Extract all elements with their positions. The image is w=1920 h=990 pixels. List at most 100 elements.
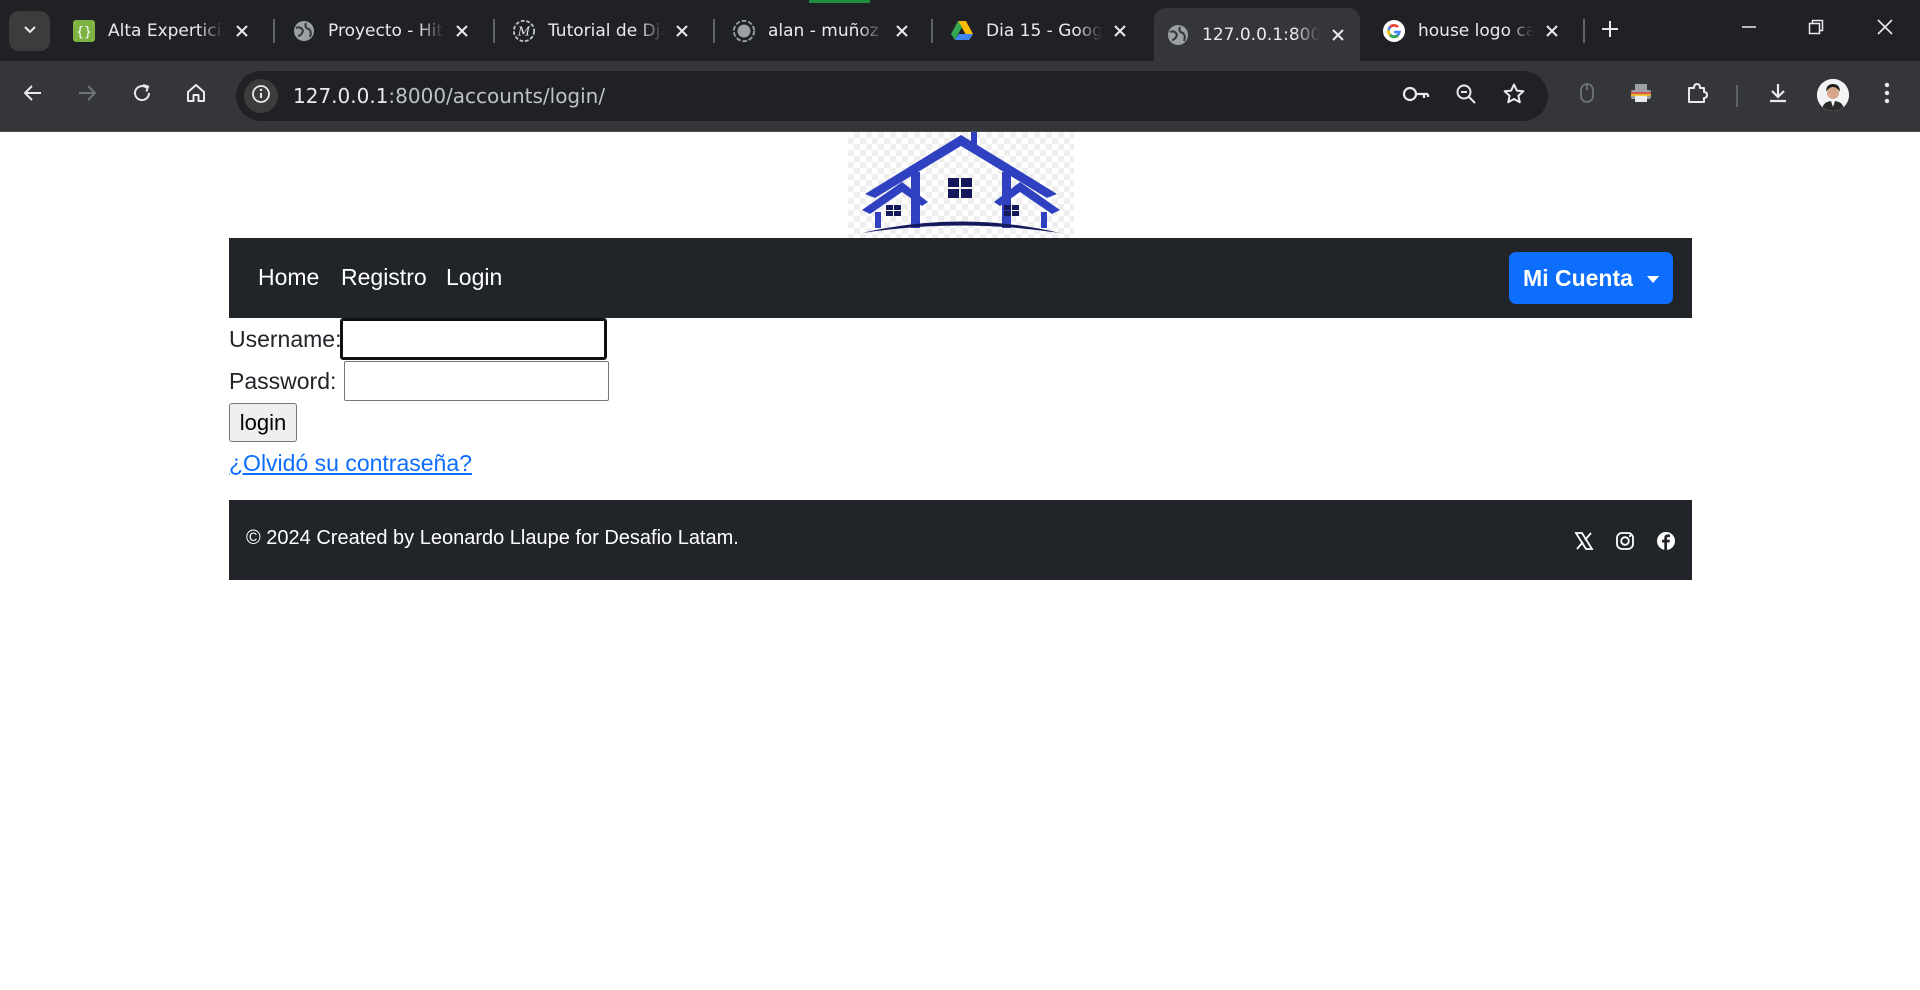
svg-text:{}: {}	[76, 25, 92, 40]
minimize-button[interactable]	[1720, 6, 1778, 52]
password-label: Password:	[229, 367, 337, 394]
facebook-icon[interactable]	[1655, 530, 1677, 552]
tab-separator	[273, 19, 275, 43]
google-g-icon	[1382, 19, 1406, 43]
url-text: 127.0.0.1:8000/accounts/login/	[293, 84, 605, 108]
google-drive-icon	[950, 19, 974, 43]
home-button[interactable]	[176, 75, 216, 115]
chrome-menu-button[interactable]	[1867, 75, 1907, 115]
nav-login-link[interactable]: Login	[446, 264, 502, 291]
new-tab-button[interactable]	[1596, 17, 1624, 45]
kebab-menu-icon	[1884, 82, 1890, 108]
close-icon[interactable]	[668, 17, 696, 45]
site-navbar: Home Registro Login Mi Cuenta	[229, 238, 1692, 318]
close-icon[interactable]	[1538, 17, 1566, 45]
key-icon	[1402, 84, 1430, 108]
password-row: Password:	[229, 361, 610, 401]
username-row: Username:	[229, 318, 608, 360]
forgot-password-link[interactable]: ¿Olvidó su contraseña?	[229, 450, 472, 477]
close-icon[interactable]	[228, 17, 256, 45]
star-icon	[1502, 82, 1526, 110]
caret-down-icon	[1646, 275, 1659, 283]
footer-copyright: © 2024 Created by Leonardo Llaupe for De…	[246, 527, 739, 549]
downloads-button[interactable]	[1758, 75, 1798, 115]
zoom-out-icon	[1455, 83, 1477, 109]
close-icon[interactable]	[448, 17, 476, 45]
browser-tab[interactable]: M Tutorial de Django	[500, 8, 704, 54]
printer-icon	[1629, 82, 1653, 108]
address-bar[interactable]: 127.0.0.1:8000/accounts/login/	[236, 71, 1548, 121]
tab-title: Dia 15 - Google	[986, 21, 1102, 41]
back-button[interactable]	[13, 75, 53, 115]
x-icon[interactable]	[1573, 530, 1595, 552]
password-manager-button[interactable]	[1399, 79, 1433, 113]
globe-icon	[1166, 23, 1190, 47]
site-footer: © 2024 Created by Leonardo Llaupe for De…	[229, 500, 1692, 580]
browser-tab[interactable]: {} Alta Experticia	[60, 8, 264, 54]
globe-loading-icon	[732, 19, 756, 43]
globe-icon	[292, 19, 316, 43]
close-icon[interactable]	[1324, 21, 1352, 49]
arrow-right-icon	[76, 82, 98, 108]
site-logo	[848, 132, 1074, 238]
download-icon	[1766, 81, 1790, 109]
mouse-icon	[1578, 82, 1596, 108]
url-path: :8000/accounts/login/	[388, 84, 606, 108]
extensions-button[interactable]	[1677, 75, 1717, 115]
info-icon	[251, 84, 271, 108]
url-host: 127.0.0.1	[293, 84, 389, 108]
nav-home-link[interactable]: Home	[258, 264, 319, 291]
restore-button[interactable]	[1787, 6, 1845, 52]
tab-title: Alta Experticia	[108, 21, 224, 41]
username-label: Username:	[229, 325, 342, 352]
m-logo-icon: M	[512, 19, 536, 43]
minimize-icon	[1741, 19, 1757, 39]
browser-tabstrip: {} Alta Experticia Proyecto - Hito M Tut…	[0, 0, 1920, 61]
extension-printer-button[interactable]	[1621, 75, 1661, 115]
reload-button[interactable]	[122, 75, 162, 115]
browser-tab[interactable]: alan - muñoz -	[720, 8, 924, 54]
tab-activity-indicator	[809, 0, 870, 3]
profile-avatar[interactable]	[1817, 79, 1849, 111]
mi-cuenta-dropdown-button[interactable]: Mi Cuenta	[1509, 252, 1673, 304]
toolbar-separator	[1736, 85, 1738, 107]
restore-icon	[1808, 19, 1824, 39]
tab-search-button[interactable]	[9, 11, 50, 51]
plus-icon	[1600, 19, 1620, 43]
page-content: Home Registro Login Mi Cuenta Username: …	[0, 132, 1920, 990]
tab-separator	[493, 19, 495, 43]
username-input[interactable]	[340, 318, 608, 360]
house-logo-icon	[862, 132, 1060, 233]
forward-button[interactable]	[67, 75, 107, 115]
browser-tab[interactable]: Proyecto - Hito	[280, 8, 484, 54]
close-icon	[1876, 18, 1894, 40]
nav-registro-link[interactable]: Registro	[341, 264, 427, 291]
browser-toolbar: 127.0.0.1:8000/accounts/login/	[0, 61, 1920, 132]
bookmark-button[interactable]	[1497, 79, 1531, 113]
site-info-button[interactable]	[244, 79, 278, 113]
browser-tab[interactable]: house logo casa	[1370, 8, 1574, 54]
tab-separator	[1583, 19, 1585, 43]
close-icon[interactable]	[1106, 17, 1134, 45]
home-icon	[185, 82, 207, 108]
tab-title: 127.0.0.1:8000/	[1202, 24, 1320, 45]
chevron-down-icon	[22, 21, 38, 41]
close-icon[interactable]	[888, 17, 916, 45]
zoom-button[interactable]	[1449, 79, 1483, 113]
puzzle-icon	[1685, 81, 1709, 109]
tab-title: Proyecto - Hito	[328, 21, 444, 41]
tab-title: house logo casa	[1418, 21, 1534, 41]
login-submit-button[interactable]: login	[229, 403, 297, 442]
mi-cuenta-label: Mi Cuenta	[1523, 264, 1633, 291]
svg-text:M: M	[517, 25, 531, 39]
tab-separator	[713, 19, 715, 43]
instagram-icon[interactable]	[1614, 530, 1636, 552]
json-icon: {}	[72, 19, 96, 43]
browser-tab-active[interactable]: 127.0.0.1:8000/	[1154, 8, 1360, 61]
browser-tab[interactable]: Dia 15 - Google	[938, 8, 1142, 54]
tab-title: alan - muñoz -	[768, 21, 884, 41]
extension-mouse-button[interactable]	[1567, 75, 1607, 115]
password-input[interactable]	[344, 361, 610, 401]
close-window-button[interactable]	[1856, 6, 1914, 52]
arrow-left-icon	[22, 82, 44, 108]
